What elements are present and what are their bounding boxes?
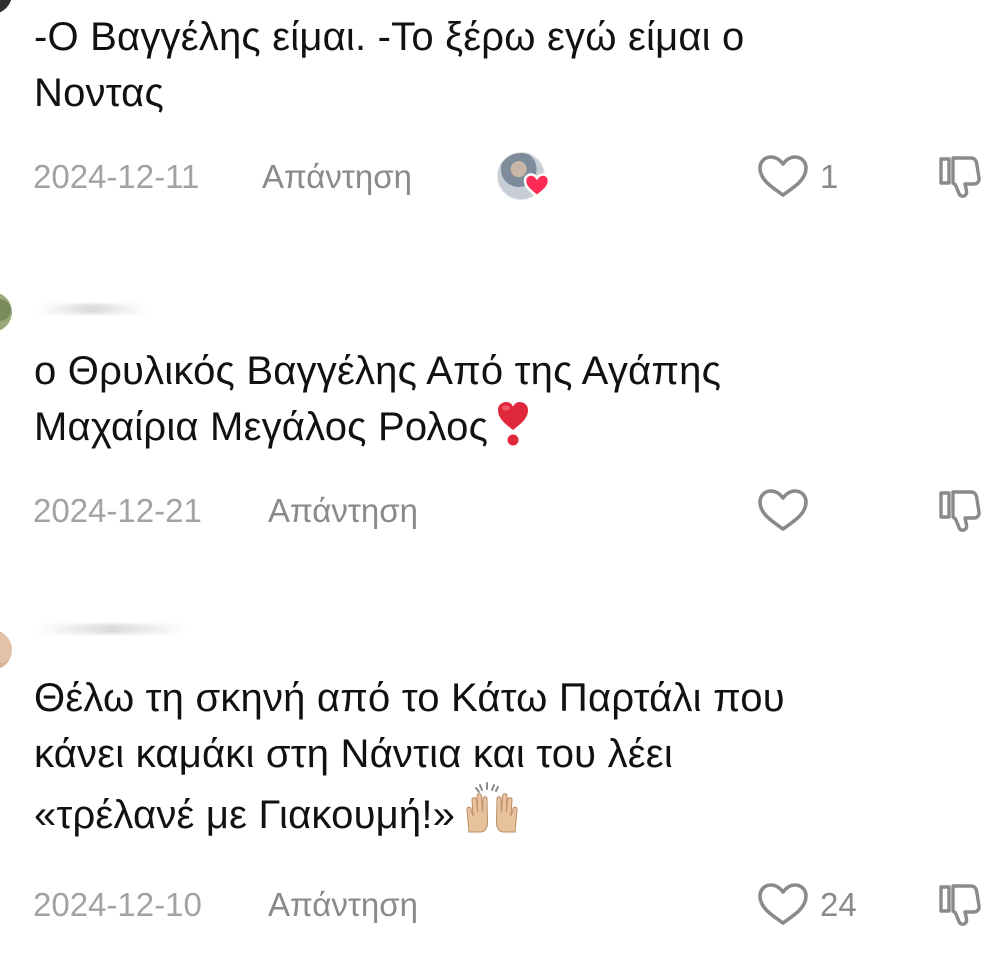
like-count: 24	[820, 886, 857, 923]
reply-button[interactable]: Απάντηση	[268, 492, 418, 530]
heart-outline-icon[interactable]	[756, 154, 810, 198]
comment-text-line: «τρέλανέ με Γιακουμή!»	[34, 782, 964, 843]
avatar[interactable]	[0, 630, 12, 670]
comment-text: Θέλω τη σκηνή από το Κάτω Παρτάλι που κά…	[34, 670, 964, 843]
thumbs-down-outline-icon[interactable]	[937, 488, 983, 534]
username[interactable]	[36, 304, 148, 314]
thumbs-down-outline-icon[interactable]	[937, 154, 983, 200]
comment-meta-row: 2024-12-21 Απάντηση	[0, 486, 999, 534]
thumbs-down-outline-icon[interactable]	[937, 882, 983, 928]
comment-text-line: Θέλω τη σκηνή από το Κάτω Παρτάλι που	[34, 676, 785, 720]
comment-text-line: ο Θρυλικός Βαγγέλης Από της Αγάπης	[34, 349, 722, 393]
avatar[interactable]	[0, 292, 12, 332]
reply-button[interactable]: Απάντηση	[268, 886, 418, 924]
comment-date: 2024-12-10	[33, 886, 202, 923]
avatar[interactable]	[0, 0, 12, 14]
heavy-heart-exclamation-icon	[498, 402, 529, 446]
comment-text-line: -Ο Βαγγέλης είμαι. -Το ξέρω εγώ είμαι ο	[34, 15, 745, 59]
comment-text-line: Μαχαίρια Μεγάλος Ρολος	[34, 399, 964, 455]
comment-text: ο Θρυλικός Βαγγέλης Από της Αγάπης Μαχαί…	[34, 343, 964, 455]
comment-text-segment: Μαχαίρια Μεγάλος Ρολος	[34, 405, 489, 449]
creator-liked-badge	[497, 152, 551, 200]
comment-text-line: κάνει καμάκι στη Νάντια και του λέει	[34, 732, 673, 776]
comment-text-line: Νοντας	[34, 71, 164, 115]
comment-text: -Ο Βαγγέλης είμαι. -Το ξέρω εγώ είμαι ο …	[34, 9, 964, 121]
comment-meta-row: 2024-12-11 Απάντηση 1	[0, 152, 999, 200]
creator-heart-badge-icon	[523, 173, 551, 198]
heart-outline-icon[interactable]	[756, 882, 810, 926]
heart-outline-icon[interactable]	[756, 488, 810, 532]
comment-date: 2024-12-11	[33, 158, 200, 195]
reply-button[interactable]: Απάντηση	[262, 158, 412, 196]
like-count: 1	[820, 158, 839, 195]
username[interactable]	[36, 624, 186, 634]
raising-hands-icon	[466, 782, 518, 833]
comment-text-segment: «τρέλανέ με Γιακουμή!»	[34, 793, 456, 837]
comment-date: 2024-12-21	[33, 492, 202, 529]
comment-meta-row: 2024-12-10 Απάντηση 24	[0, 880, 999, 928]
